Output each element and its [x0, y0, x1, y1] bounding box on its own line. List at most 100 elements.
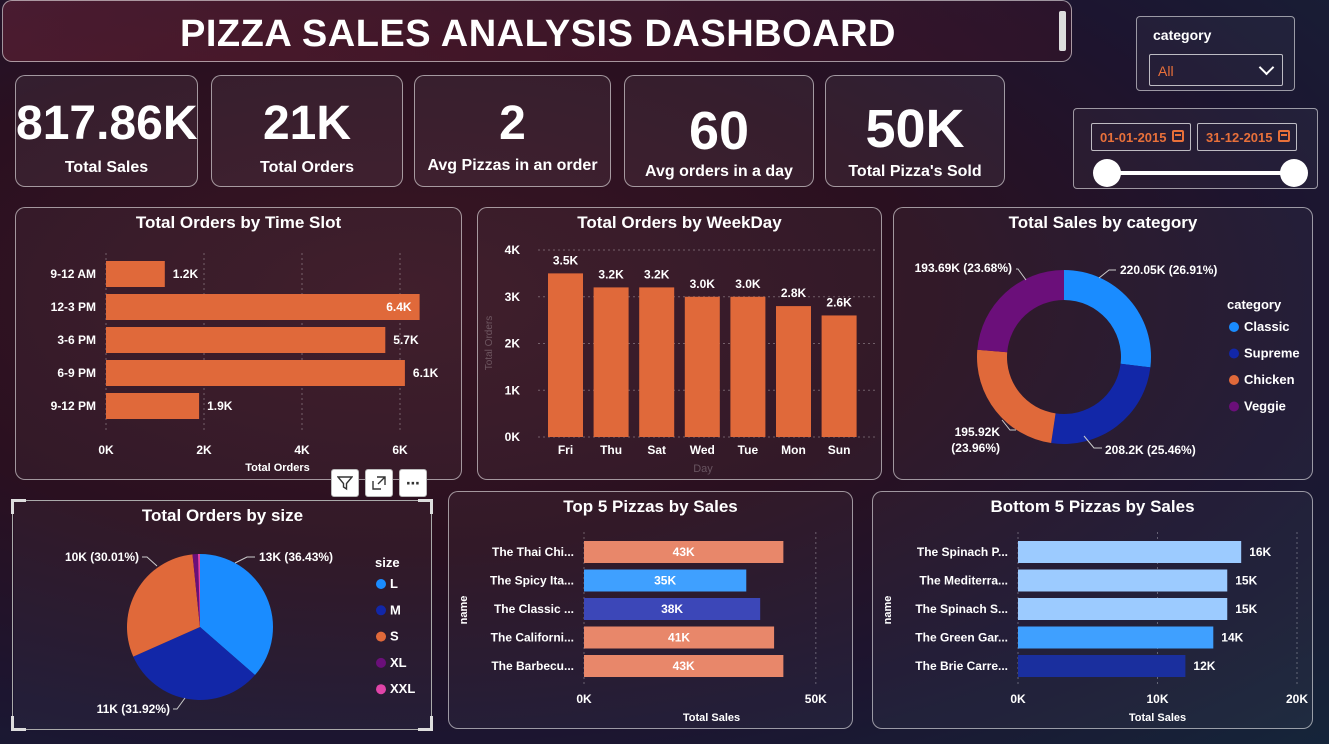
filter-button[interactable]: [331, 469, 359, 497]
kpi-avg-pizzas: 2 Avg Pizzas in an order: [414, 75, 611, 187]
title-scrollbar[interactable]: [1059, 11, 1066, 51]
category-dropdown[interactable]: All: [1149, 54, 1283, 86]
x-tick-label: Fri: [558, 443, 573, 457]
end-date-value: 31-12-2015: [1206, 130, 1273, 145]
page-title: PIZZA SALES ANALYSIS DASHBOARD: [180, 13, 896, 55]
x-tick-label: Wed: [690, 443, 715, 457]
data-label: 1.2K: [173, 267, 199, 281]
slice-label: (23.96%): [951, 441, 1000, 455]
x-tick-label: Sun: [828, 443, 851, 457]
kpi-label: Total Pizza's Sold: [848, 163, 982, 180]
data-label: 38K: [661, 602, 683, 616]
donut-slice: [977, 270, 1064, 353]
kpi-value: 817.86K: [16, 97, 198, 150]
legend-label: Veggie: [1244, 399, 1286, 414]
date-slider-end-handle[interactable]: [1280, 159, 1308, 187]
end-date-input[interactable]: 31-12-2015: [1197, 123, 1297, 151]
data-label: 12K: [1193, 659, 1215, 673]
kpi-label: Avg Pizzas in an order: [427, 157, 598, 174]
resize-handle[interactable]: [11, 716, 26, 731]
data-label: 35K: [654, 574, 676, 588]
data-label: 3.0K: [735, 277, 761, 291]
category-slicer-label: category: [1153, 27, 1212, 43]
data-label: 41K: [668, 631, 690, 645]
x-tick-label: 0K: [576, 692, 592, 706]
bar: [821, 315, 857, 437]
calendar-icon[interactable]: [1278, 130, 1290, 142]
y-tick-label: 0K: [505, 430, 521, 444]
legend-marker: [1229, 375, 1239, 385]
slice-label: 220.05K (26.91%): [1120, 263, 1217, 277]
time-slot-chart: 0K 2K 4K 6K 9-12 AM 1.2K 12-3 PM 6.4K 3-6 PM 5.7K…: [50, 253, 439, 474]
chevron-down-icon: [1258, 59, 1275, 76]
y-tick-label: 3K: [505, 290, 521, 304]
kpi-total-pizzas-sold: 50K Total Pizza's Sold: [825, 75, 1005, 187]
data-label: 16K: [1249, 545, 1271, 559]
bar: [1018, 626, 1214, 649]
legend-label: Chicken: [1244, 372, 1295, 387]
category-label: 9-12 AM: [50, 267, 96, 281]
start-date-input[interactable]: 01-01-2015: [1091, 123, 1191, 151]
bar: [730, 296, 766, 437]
more-options-button[interactable]: ⋯: [399, 469, 427, 497]
category-label: 3-6 PM: [57, 333, 96, 347]
data-label: 1.9K: [207, 399, 233, 413]
focus-mode-icon: [372, 476, 386, 490]
category-label: 6-9 PM: [57, 366, 96, 380]
x-tick-label: Mon: [781, 443, 806, 457]
date-slider-start-handle[interactable]: [1093, 159, 1121, 187]
kpi-value: 60: [688, 101, 750, 161]
bar: [106, 327, 386, 353]
date-slider-track[interactable]: [1104, 171, 1290, 175]
legend-marker: [1229, 322, 1239, 332]
kpi-label: Total Sales: [64, 159, 149, 176]
start-date-value: 01-01-2015: [1100, 130, 1167, 145]
bar: [106, 393, 200, 419]
kpi-label: Total Orders: [260, 159, 354, 176]
x-tick-label: 6K: [392, 443, 408, 457]
category-label: 12-3 PM: [51, 300, 96, 314]
calendar-icon[interactable]: [1172, 130, 1184, 142]
kpi-value: 50K: [865, 99, 965, 159]
category-label: The Barbecu...: [491, 659, 574, 673]
legend-marker: [1229, 348, 1239, 359]
dashboard-title-bar: PIZZA SALES ANALYSIS DASHBOARD: [2, 0, 1072, 62]
category-label: The Mediterra...: [919, 574, 1008, 588]
kpi-label: Avg orders in a day: [645, 163, 793, 180]
resize-handle[interactable]: [418, 499, 433, 514]
kpi-total-orders: 21K Total Orders: [211, 75, 403, 187]
bar: [1018, 655, 1186, 677]
donut-slice: [1064, 270, 1151, 368]
bar: [684, 296, 720, 437]
category-label: The Thai Chi...: [492, 545, 574, 559]
x-axis-label: Total Sales: [1129, 712, 1186, 724]
bar: [776, 306, 811, 437]
bar: [639, 287, 675, 437]
bottom5-pizzas-chart: 0K 10K 20K The Spinach P... 16K The Mediterra…: [882, 532, 1308, 724]
data-label: 43K: [673, 659, 695, 673]
x-tick-label: 20K: [1286, 692, 1308, 706]
bar: [106, 360, 405, 386]
x-axis-label: Total Orders: [245, 462, 310, 474]
visual-selection-frame: [11, 499, 433, 731]
resize-handle[interactable]: [11, 499, 26, 514]
bar: [1018, 569, 1228, 592]
x-tick-label: Thu: [600, 443, 622, 457]
legend-label: Supreme: [1244, 346, 1300, 361]
category-label: The Green Gar...: [915, 631, 1008, 645]
legend-marker: [1229, 401, 1239, 412]
focus-mode-button[interactable]: [365, 469, 393, 497]
category-selected-value: All: [1158, 63, 1174, 79]
data-label: 2.6K: [826, 295, 852, 309]
data-label: 3.5K: [553, 253, 579, 267]
y-tick-label: 4K: [505, 243, 521, 257]
resize-handle[interactable]: [418, 716, 433, 731]
data-label: 3.2K: [598, 267, 624, 281]
slice-label: 208.2K (25.46%): [1105, 443, 1196, 457]
x-tick-label: 10K: [1146, 692, 1168, 706]
donut-slice: [1051, 363, 1151, 444]
bar: [548, 273, 583, 437]
x-tick-label: Sat: [647, 443, 666, 457]
data-label: 6.1K: [413, 366, 439, 380]
x-tick-label: 0K: [98, 443, 114, 457]
